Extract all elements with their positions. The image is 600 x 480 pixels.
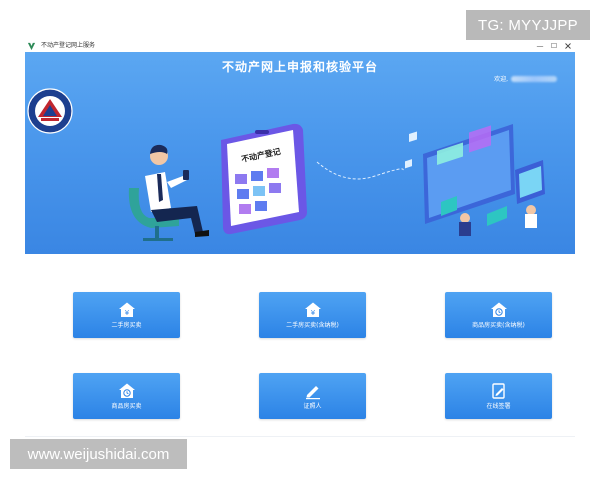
welcome-user: 欢迎, [494,74,557,83]
footer-divider [25,436,575,437]
house-yen-icon: ¥ [118,301,136,319]
tile-label: 二手房买卖 [111,321,142,329]
minimize-button[interactable]: — [533,40,547,52]
page-title: 不动产网上申报和核验平台 [221,60,378,74]
close-icon [565,43,571,49]
tile-online-signing[interactable]: 在线签署 [445,373,552,419]
window-titlebar: 不动产登记网上服务 — ☐ [25,40,575,52]
welcome-label: 欢迎, [494,76,508,83]
tile-label: 证照人 [303,402,322,410]
tablet-illustration [221,123,307,235]
house-clock-icon [118,382,136,400]
tile-certificate-person[interactable]: 证照人 [259,373,366,419]
sign-document-icon [490,382,508,400]
organization-seal-icon [27,88,73,134]
tile-new-house-sale-tax[interactable]: 商品房买卖(含纳税) [445,292,552,338]
connection-dashed-line [316,161,404,180]
tile-label: 商品房买卖 [111,402,142,410]
data-center-illustration [405,124,545,236]
hero-banner: 不动产网上申报和核验平台 欢迎, 不动产登记 [25,52,575,254]
svg-text:¥: ¥ [124,309,129,317]
tile-secondhand-house-sale-tax[interactable]: ¥ 二手房买卖(含纳税) [259,292,366,338]
maximize-button[interactable]: ☐ [547,40,561,52]
site-watermark: www.weijushidai.com [10,439,187,469]
tile-label: 二手房买卖(含纳税) [286,321,339,329]
house-yen-icon: ¥ [304,301,322,319]
tile-label: 在线签署 [486,402,511,410]
tile-secondhand-house-sale[interactable]: ¥ 二手房买卖 [73,292,180,338]
window-title: 不动产登记网上服务 [41,42,96,49]
pen-icon [304,382,322,400]
app-logo-icon [27,42,37,51]
close-button[interactable] [561,40,575,52]
username-redacted [511,75,557,82]
window-controls: — ☐ [533,40,575,52]
tg-overlay-tag: TG: MYYJJPP [466,10,590,40]
svg-text:¥: ¥ [310,309,315,317]
tile-label: 商品房买卖(含纳税) [472,321,525,329]
tile-new-house-sale[interactable]: 商品房买卖 [73,373,180,419]
house-clock-icon [490,301,508,319]
